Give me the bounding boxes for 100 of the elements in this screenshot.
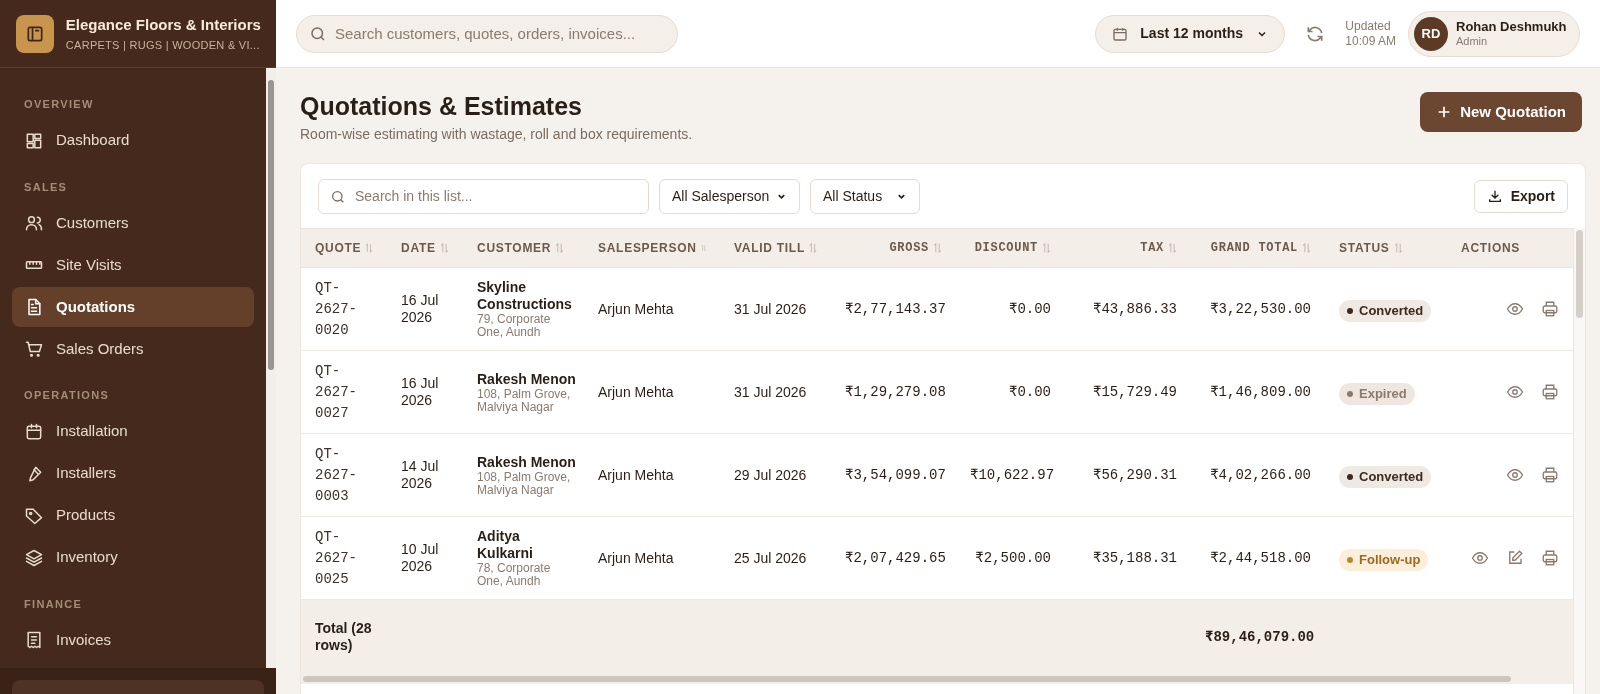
- period-dropdown[interactable]: Last 12 months: [1095, 14, 1286, 53]
- quote-date: 16 Jul 2026: [401, 292, 440, 326]
- nav-item[interactable]: Invoices: [12, 620, 254, 660]
- salesperson: Arjun Mehta: [598, 382, 675, 402]
- nav-section-title: OPERATIONS: [23, 388, 111, 403]
- sort-icon[interactable]: [808, 243, 817, 253]
- valid-till: 25 Jul 2026: [734, 548, 808, 568]
- column-header[interactable]: GRAND TOTAL: [1210, 239, 1298, 257]
- sort-icon[interactable]: [439, 243, 449, 253]
- calendar-icon: [1112, 25, 1129, 42]
- quote-number: QT-2627-0025: [315, 527, 358, 589]
- global-search-field[interactable]: Search customers, quotes, orders, invoices...: [296, 14, 678, 53]
- grand-total: ₹4,02,266.00: [1209, 465, 1311, 485]
- customer-address: 78, Corporate One, Aundh: [477, 562, 552, 588]
- calendar-icon: [24, 421, 44, 442]
- edit-icon[interactable]: [1506, 549, 1524, 567]
- discount: ₹10,622.97: [970, 465, 1051, 485]
- sort-icon[interactable]: [700, 243, 706, 253]
- eye-icon[interactable]: [1506, 300, 1524, 318]
- quote-number: QT-2627-0020: [315, 278, 358, 340]
- eye-icon[interactable]: [1471, 549, 1489, 567]
- column-header[interactable]: CUSTOMER: [477, 239, 552, 257]
- nav-item[interactable]: Customers: [12, 203, 254, 243]
- customer-name: Rakesh Menon: [477, 370, 577, 388]
- column-header[interactable]: SALESPERSON: [598, 239, 697, 257]
- search-icon: [309, 24, 327, 43]
- sort-icon[interactable]: [1302, 243, 1311, 253]
- nav-section-title: OVERVIEW: [23, 97, 95, 112]
- column-header[interactable]: QUOTE: [315, 239, 362, 257]
- search-icon: [330, 188, 346, 205]
- column-header[interactable]: VALID TILL: [734, 239, 805, 257]
- updated-time: 10:09 AM: [1345, 33, 1396, 49]
- salesperson: Arjun Mehta: [598, 548, 675, 568]
- tax: ₹56,290.31: [1091, 465, 1177, 485]
- tax: ₹15,729.49: [1091, 382, 1177, 402]
- sort-icon[interactable]: [365, 243, 373, 253]
- nav-item[interactable]: Quotations: [12, 287, 254, 327]
- sort-icon[interactable]: [933, 243, 942, 253]
- updated-label: Updated: [1345, 18, 1392, 34]
- print-icon[interactable]: [1541, 549, 1559, 567]
- user-name: Rohan Deshmukh: [1456, 18, 1567, 35]
- column-header[interactable]: TAX: [1140, 239, 1164, 257]
- print-icon[interactable]: [1541, 466, 1559, 484]
- sort-icon[interactable]: [1042, 243, 1051, 253]
- eye-icon[interactable]: [1506, 466, 1524, 484]
- salesperson: Arjun Mehta: [598, 465, 675, 485]
- nav-section-title: SALES: [23, 179, 69, 195]
- grand-total: ₹1,46,809.00: [1209, 382, 1311, 402]
- brand-name: Elegance Floors & Interiors: [65, 15, 260, 35]
- sidebar-scrollbar[interactable]: [266, 68, 276, 668]
- customer-address: 108, Palm Grove, Malviya Nagar: [477, 470, 572, 497]
- brand-tagline: CARPETS | RUGS | WOODEN & VI...: [65, 37, 260, 53]
- nav-item[interactable]: Products: [12, 495, 254, 536]
- status-filter[interactable]: All Status: [810, 178, 920, 214]
- discount: ₹0.00: [1007, 299, 1051, 319]
- nav-item[interactable]: Installers: [12, 453, 254, 494]
- print-icon[interactable]: [1541, 300, 1559, 318]
- column-header[interactable]: DISCOUNT: [974, 239, 1038, 257]
- print-icon[interactable]: [1541, 383, 1559, 401]
- nav-item[interactable]: Inventory: [12, 537, 254, 578]
- grand-total: ₹2,44,518.00: [1209, 548, 1311, 568]
- sort-icon[interactable]: [555, 243, 565, 253]
- customer-address: 108, Palm Grove, Malviya Nagar: [477, 387, 572, 414]
- layers-icon: [24, 547, 44, 568]
- salesperson: Arjun Mehta: [598, 299, 675, 319]
- nav-item[interactable]: Dashboard: [12, 120, 254, 161]
- total-label: Total (28 rows): [315, 620, 373, 654]
- discount: ₹0.00: [1007, 382, 1051, 402]
- quote-date: 16 Jul 2026: [401, 375, 440, 409]
- vertical-scrollbar[interactable]: [1573, 228, 1585, 694]
- column-header[interactable]: GROSS: [889, 239, 929, 257]
- nav-item[interactable]: Site Visits: [12, 245, 254, 285]
- user-menu[interactable]: RD Rohan Deshmukh Admin: [1408, 10, 1580, 57]
- sort-icon[interactable]: [1393, 243, 1403, 253]
- customer-address: 79, Corporate One, Aundh: [477, 313, 552, 339]
- column-header[interactable]: DATE: [401, 239, 436, 257]
- column-header[interactable]: STATUS: [1339, 239, 1390, 257]
- status-badge: Converted: [1339, 299, 1432, 322]
- users-icon: [24, 213, 44, 233]
- tax: ₹35,188.31: [1091, 548, 1177, 568]
- discount: ₹2,500.00: [974, 548, 1051, 568]
- horizontal-scrollbar[interactable]: [301, 674, 1573, 684]
- grand-total: ₹3,22,530.00: [1209, 299, 1311, 319]
- user-role: Admin: [1456, 34, 1489, 49]
- valid-till: 29 Jul 2026: [734, 465, 808, 485]
- eye-icon[interactable]: [1506, 383, 1524, 401]
- nav-item[interactable]: Sales Orders: [12, 329, 254, 369]
- download-icon: [1486, 188, 1503, 204]
- salesperson-filter[interactable]: All Salesperson: [659, 178, 800, 214]
- customer-name: Skyline Constructions: [477, 279, 573, 313]
- nav-item[interactable]: Installation: [12, 411, 254, 452]
- new-quotation-button[interactable]: New Quotation: [1420, 92, 1582, 132]
- status-badge: Converted: [1339, 465, 1432, 488]
- list-search-field[interactable]: Search in this list...: [318, 178, 649, 214]
- status-badge: Follow-up: [1339, 548, 1429, 571]
- tax: ₹43,886.33: [1091, 299, 1177, 319]
- quote-number: QT-2627-0027: [315, 361, 358, 423]
- sort-icon[interactable]: [1168, 243, 1177, 253]
- export-button[interactable]: Export: [1473, 179, 1568, 213]
- status-badge: Expired: [1339, 382, 1415, 405]
